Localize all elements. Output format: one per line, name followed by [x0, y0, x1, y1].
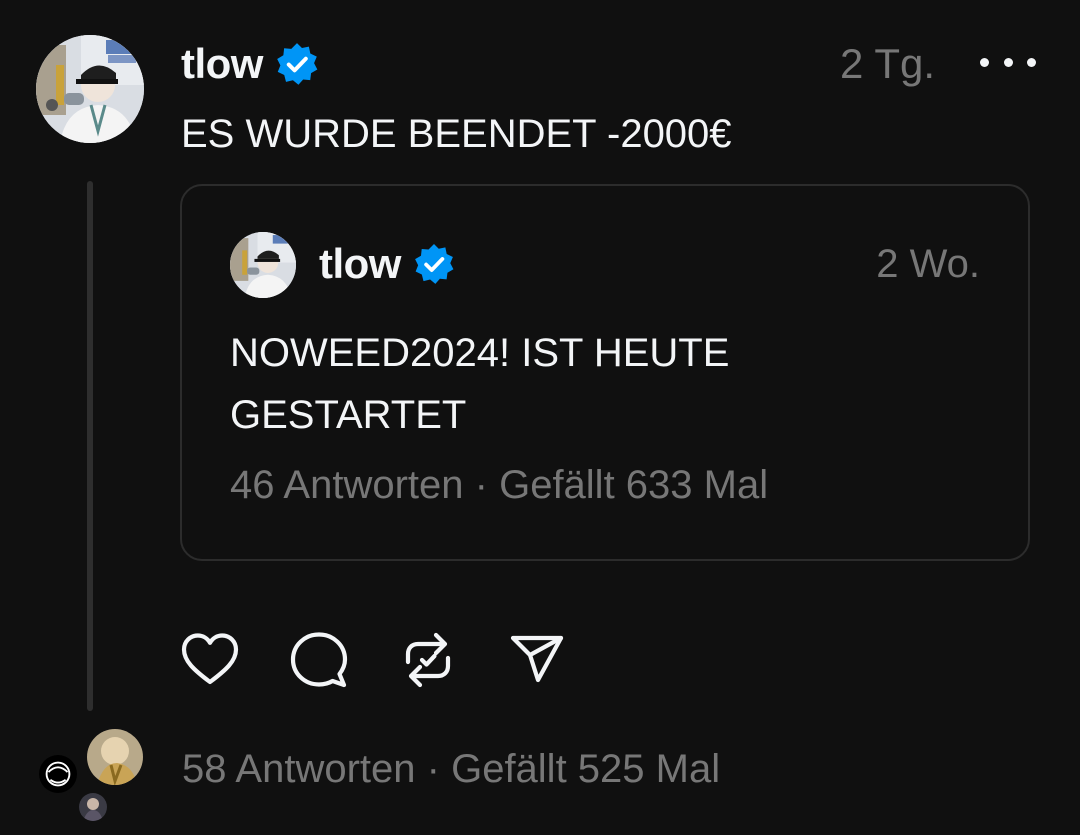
- reply-button[interactable]: [289, 630, 349, 690]
- repost-button[interactable]: [398, 630, 458, 690]
- quoted-post-card[interactable]: tlow 2 Wo. NOWEED2024! IST HEUTE GESTART…: [180, 184, 1030, 561]
- post-header: tlow: [181, 38, 319, 90]
- share-button[interactable]: [507, 630, 567, 690]
- quoted-author-username[interactable]: tlow: [319, 240, 401, 288]
- quoted-post-timestamp: 2 Wo.: [876, 242, 980, 286]
- author-avatar[interactable]: [36, 35, 144, 143]
- quoted-author-avatar[interactable]: [230, 232, 296, 298]
- verified-badge-icon: [277, 43, 318, 85]
- thread-line: [87, 181, 93, 711]
- more-dot: [980, 57, 989, 67]
- stats-separator: ·: [474, 463, 488, 507]
- comment-bubble-icon: [290, 632, 348, 688]
- quoted-post-text: NOWEED2024! IST HEUTE GESTARTET: [230, 322, 830, 446]
- like-button[interactable]: [180, 630, 240, 690]
- post-text: ES WURDE BEENDET -2000€: [181, 112, 732, 156]
- post-actions: [180, 630, 616, 690]
- quoted-post-text-line: GESTARTET: [230, 393, 467, 437]
- post-stats: 58 Antworten · Gefällt 525 Mal: [182, 747, 720, 792]
- replier-avatar: [84, 726, 146, 788]
- author-username[interactable]: tlow: [181, 40, 263, 88]
- thread-post: tlow 2 Tg. ES WURDE BEENDET -2000€ tlow …: [0, 0, 1080, 835]
- quoted-likes-count[interactable]: Gefällt 633 Mal: [499, 463, 768, 507]
- replier-avatars[interactable]: [36, 726, 146, 826]
- likes-count[interactable]: Gefällt 525 Mal: [451, 747, 720, 791]
- quoted-replies-count[interactable]: 46 Antworten: [230, 463, 464, 507]
- more-dot: [1027, 57, 1036, 67]
- verified-badge-icon: [415, 244, 454, 284]
- replier-avatar: [76, 790, 110, 824]
- stats-separator: ·: [426, 747, 440, 791]
- post-timestamp[interactable]: 2 Tg.: [840, 40, 935, 88]
- heart-icon: [181, 633, 239, 685]
- replies-count[interactable]: 58 Antworten: [182, 747, 416, 791]
- replier-avatar: [36, 752, 80, 796]
- send-icon: [510, 635, 564, 683]
- quoted-post-stats: 46 Antworten · Gefällt 633 Mal: [230, 463, 768, 508]
- quoted-post-text-line: NOWEED2024! IST HEUTE: [230, 331, 730, 375]
- more-dot: [1003, 57, 1013, 67]
- quoted-post-header: tlow: [319, 238, 455, 290]
- repost-icon: [405, 632, 451, 688]
- more-options-icon[interactable]: [980, 44, 1036, 80]
